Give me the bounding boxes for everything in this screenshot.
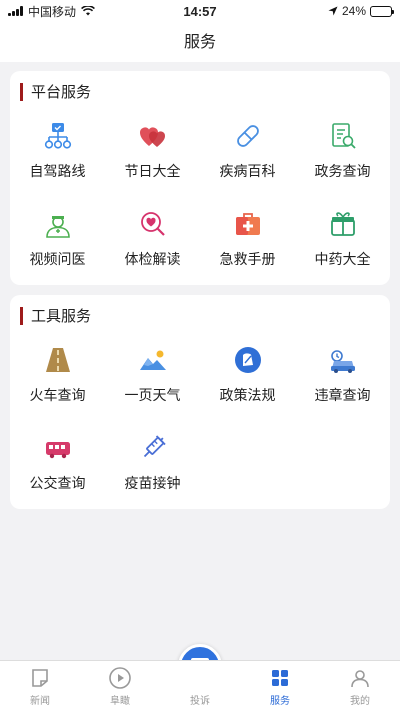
service-label: 中药大全 <box>314 252 371 268</box>
service-train-query[interactable]: 火车查询 <box>10 341 105 429</box>
heart-search-icon <box>138 209 168 239</box>
tool-services-card: 工具服务 火车查询 一页天气 政策法规 违章查询 公交查询 疫苗接钟 <box>10 295 390 509</box>
tab-profile[interactable]: 我的 <box>320 661 400 710</box>
hearts-icon <box>138 121 168 151</box>
service-label: 体检解读 <box>124 252 181 268</box>
section-title-platform: 平台服务 <box>20 83 91 101</box>
service-traffic-violation[interactable]: 违章查询 <box>295 341 390 429</box>
tab-label: 投诉 <box>190 696 210 707</box>
service-label: 自驾路线 <box>29 164 86 180</box>
page-title: 服务 <box>0 22 400 62</box>
service-label: 疫苗接钟 <box>124 476 181 492</box>
location-arrow-icon <box>328 6 338 16</box>
tab-news[interactable]: 新闻 <box>0 661 80 710</box>
tab-label: 我的 <box>350 696 370 707</box>
news-icon <box>29 667 51 689</box>
status-right: 24% <box>328 4 394 18</box>
service-video-doctor[interactable]: 视频问医 <box>10 205 105 293</box>
service-icon <box>269 667 291 689</box>
first-aid-kit-icon <box>233 209 263 239</box>
status-bar: 中国移动 14:57 24% <box>0 0 400 22</box>
profile-icon <box>349 667 371 689</box>
vaccine-icon <box>138 433 168 463</box>
route-icon <box>43 121 73 151</box>
doctor-icon <box>43 209 73 239</box>
platform-services-card: 平台服务 自驾路线 节日大全 疾病百科 政务查询 视频问医 体检解读 急救手册 … <box>10 71 390 285</box>
service-self-drive-route[interactable]: 自驾路线 <box>10 117 105 205</box>
service-label: 政务查询 <box>314 164 371 180</box>
platform-services-grid: 自驾路线 节日大全 疾病百科 政务查询 视频问医 体检解读 急救手册 中药大全 <box>10 117 390 293</box>
service-festivals[interactable]: 节日大全 <box>105 117 200 205</box>
service-label: 一页天气 <box>124 388 181 404</box>
herb-box-icon <box>328 209 358 239</box>
tab-label: 服务 <box>270 696 290 707</box>
service-policy-regulations[interactable]: 政策法规 <box>200 341 295 429</box>
tab-complaint[interactable]: 投诉 <box>160 661 240 710</box>
service-first-aid-manual[interactable]: 急救手册 <box>200 205 295 293</box>
service-label: 政策法规 <box>219 388 276 404</box>
pill-icon <box>233 121 263 151</box>
battery-icon <box>370 5 394 17</box>
weather-landscape-icon <box>138 345 168 375</box>
service-label: 违章查询 <box>314 388 371 404</box>
service-label: 疾病百科 <box>219 164 276 180</box>
service-checkup-interpretation[interactable]: 体检解读 <box>105 205 200 293</box>
document-search-icon <box>328 121 358 151</box>
tab-label: 阜瞰 <box>110 696 130 707</box>
service-label: 急救手册 <box>219 252 276 268</box>
service-chinese-medicine[interactable]: 中药大全 <box>295 205 390 293</box>
tab-service[interactable]: 服务 <box>240 661 320 710</box>
section-title-tools: 工具服务 <box>20 307 91 325</box>
play-icon <box>109 667 131 689</box>
tool-services-grid: 火车查询 一页天气 政策法规 违章查询 公交查询 疫苗接钟 <box>10 341 390 517</box>
service-vaccine[interactable]: 疫苗接钟 <box>105 429 200 517</box>
service-label: 视频问医 <box>29 252 86 268</box>
service-label: 火车查询 <box>29 388 86 404</box>
service-bus-query[interactable]: 公交查询 <box>10 429 105 517</box>
railway-icon <box>43 345 73 375</box>
service-label: 节日大全 <box>124 164 181 180</box>
bottom-tab-bar: 新闻 阜瞰 投诉 服务 我的 <box>0 660 400 710</box>
tab-label: 新闻 <box>30 696 50 707</box>
service-label: 公交查询 <box>29 476 86 492</box>
bus-icon <box>43 433 73 463</box>
traffic-violation-icon <box>328 345 358 375</box>
service-disease-encyclopedia[interactable]: 疾病百科 <box>200 117 295 205</box>
battery-percent: 24% <box>341 4 366 18</box>
service-government-query[interactable]: 政务查询 <box>295 117 390 205</box>
policy-book-icon <box>233 345 263 375</box>
service-weather[interactable]: 一页天气 <box>105 341 200 429</box>
tab-overview[interactable]: 阜瞰 <box>80 661 160 710</box>
